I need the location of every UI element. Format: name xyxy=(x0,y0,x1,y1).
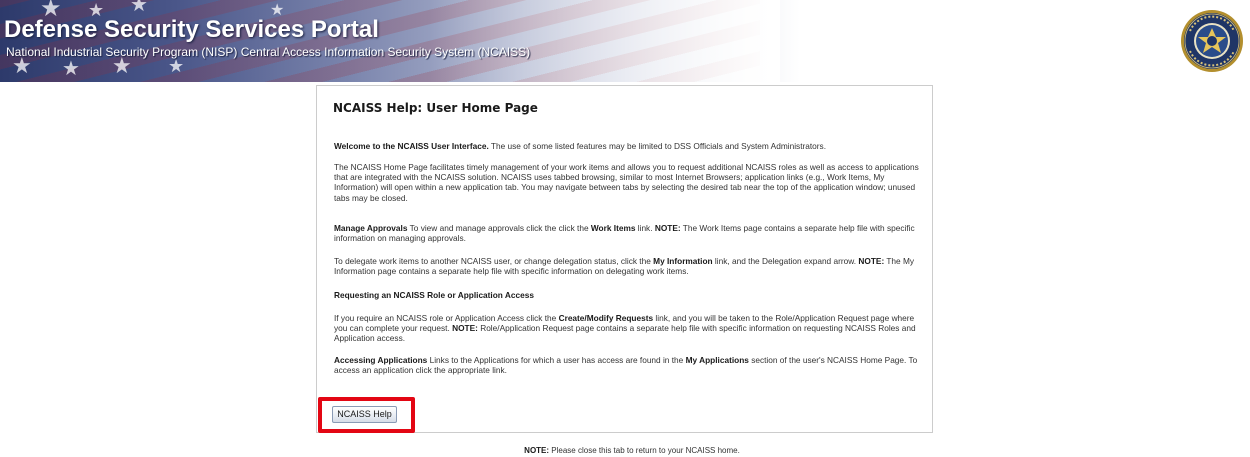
star-icon: ★ xyxy=(130,0,148,16)
header-banner: ★ ★ ★ ★ ★ ★ ★ ★ Defense Security Service… xyxy=(0,0,1250,82)
requesting-heading: Requesting an NCAISS Role or Application… xyxy=(334,290,534,300)
work-items-ref: Work Items xyxy=(590,223,636,233)
create-modify-requests-ref: Create/Modify Requests xyxy=(558,313,654,323)
intro-paragraph: The NCAISS Home Page facilitates timely … xyxy=(334,162,919,203)
star-icon: ★ xyxy=(62,56,80,80)
star-icon: ★ xyxy=(12,54,32,79)
star-icon: ★ xyxy=(112,54,132,79)
my-applications-ref: My Applications xyxy=(685,355,749,365)
help-title: NCAISS Help: User Home Page xyxy=(333,101,538,115)
my-information-ref: My Information xyxy=(653,256,713,266)
accessing-applications-paragraph: Accessing Applications Links to the Appl… xyxy=(334,355,918,376)
star-icon: ★ xyxy=(168,56,185,77)
delegate-paragraph: To delegate work items to another NCAISS… xyxy=(334,256,915,277)
ncaiss-help-button[interactable]: NCAISS Help xyxy=(332,406,397,423)
welcome-paragraph: Welcome to the NCAISS User Interface. Th… xyxy=(334,141,827,151)
portal-subtitle: National Industrial Security Program (NI… xyxy=(6,45,531,59)
manage-approvals-paragraph: Manage Approvals To view and manage appr… xyxy=(334,223,915,244)
help-panel: NCAISS Help: User Home Page Welcome to t… xyxy=(316,85,933,433)
footer-note: NOTE: Please close this tab to return to… xyxy=(524,446,740,455)
dss-seal-icon xyxy=(1181,10,1243,72)
portal-title: Defense Security Services Portal xyxy=(4,16,379,43)
requesting-paragraph: If you require an NCAISS role or Applica… xyxy=(334,313,916,344)
